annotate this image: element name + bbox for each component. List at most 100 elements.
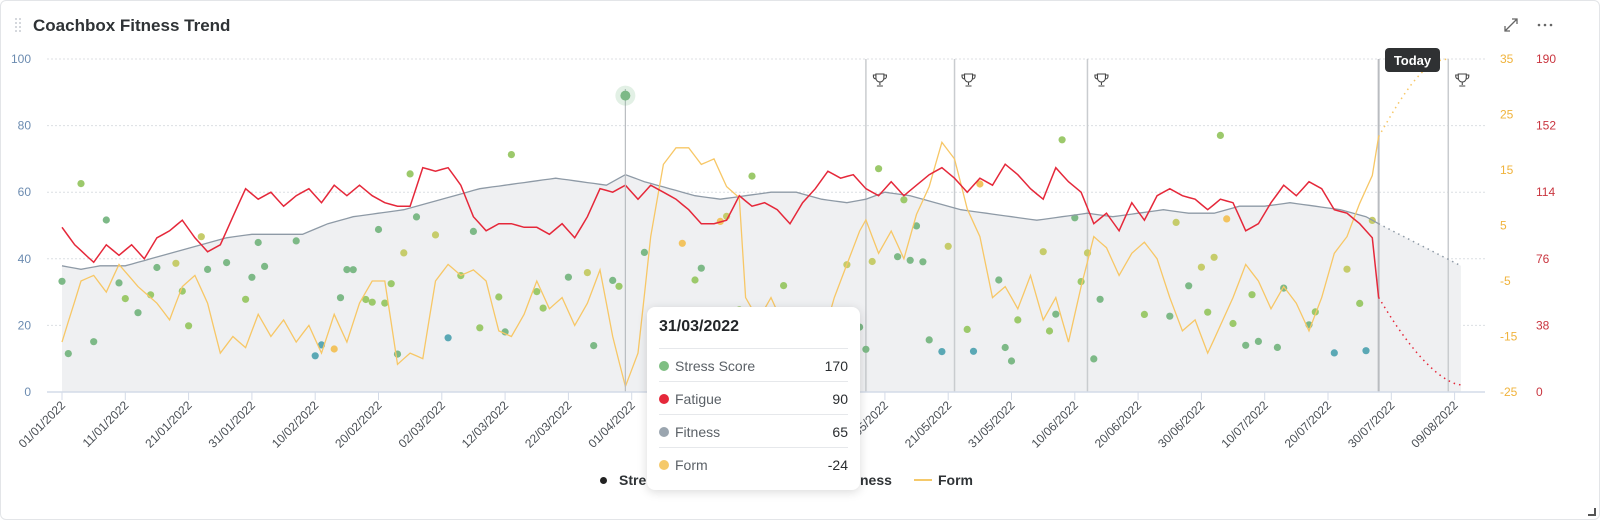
tooltip-row-fitness: Fitness 65 [659,414,848,448]
x-tick-label: 20/07/2022 [1282,398,1335,451]
stress-score-point [1216,131,1224,139]
legend-label: ness [860,472,892,488]
stress-score-point [469,227,477,235]
stress-score-point [261,262,269,270]
x-tick-label: 20/02/2022 [332,398,385,451]
stress-score-point [564,273,573,281]
stress-score-point [336,294,345,302]
legend-item-form[interactable]: Form [914,472,973,488]
fitness-dot-icon [659,426,669,437]
x-tick-label: 10/06/2022 [1029,398,1082,451]
stress-score-point [58,277,66,285]
x-tick-label: 21/05/2022 [902,398,955,451]
form-tick-label: 5 [1500,219,1507,233]
stress-score-point [919,258,927,266]
stress-score-point [539,304,547,312]
form-tick-label: 25 [1500,108,1514,122]
stress-score-point [242,295,250,303]
stress-score-point [1362,347,1370,355]
stress-dot-icon [659,360,669,371]
x-tick-label: 21/01/2022 [142,398,195,451]
stress-score-point [691,276,699,284]
legend-dot-icon [600,476,607,484]
stress-score-point [925,336,933,344]
stress-score-point [64,350,72,358]
form-dot-icon [659,459,669,470]
tooltip-value: 170 [824,357,848,374]
stress-score-point [368,298,376,306]
stress-score-point [780,282,788,290]
stress-score-point [583,269,592,277]
stress-score-point [412,213,421,221]
stress-score-point [1210,253,1218,261]
tooltip-row-fatigue: Fatigue 90 [659,381,848,415]
stress-score-point [1242,341,1250,349]
stress-score-point [609,276,617,284]
stress-score-point [1343,265,1351,273]
stress-score-point [406,170,414,178]
stress-score-point [374,225,383,234]
fatigue-tick-label: 152 [1536,119,1556,133]
stress-score-point [153,263,161,272]
x-tick-label: 10/02/2022 [269,398,322,451]
stress-score-point [77,180,85,188]
x-tick-label: 20/06/2022 [1092,398,1145,451]
stress-score-point [1254,337,1262,345]
x-tick-label: 30/06/2022 [1155,398,1208,451]
stress-score-point [311,352,319,360]
fatigue-tick-label: 0 [1536,385,1543,399]
x-tick-label: 02/03/2022 [396,398,449,451]
tooltip-value: -24 [827,456,848,473]
y-tick-label: 40 [18,252,32,266]
stress-score-point [1229,319,1237,328]
stress-score-point [868,257,876,266]
stress-score-point [875,165,883,173]
tooltip-row-form: Form -24 [659,447,848,481]
y-tick-label: 100 [11,52,31,66]
stress-score-point [248,273,256,281]
tooltip-label: Fitness [675,423,721,440]
x-tick-label: 11/01/2022 [80,398,132,450]
stress-score-point [1273,343,1281,351]
stress-score-point [134,309,142,317]
stress-score-point [748,172,756,180]
stress-score-point [507,151,515,159]
stress-score-point [204,265,212,273]
stress-score-point [1204,308,1212,316]
x-tick-label: 12/03/2022 [459,398,512,451]
x-tick-label: 30/07/2022 [1345,398,1398,451]
y-tick-label: 20 [18,318,32,332]
stress-score-point [862,345,870,353]
x-tick-label: 31/05/2022 [965,398,1018,451]
form-tick-label: 15 [1500,163,1514,177]
stress-score-point [1007,357,1016,365]
x-tick-label: 31/01/2022 [206,398,259,451]
tooltip-value: 90 [832,390,848,407]
stress-score-point [1058,136,1066,144]
legend-item-stress-score[interactable]: Stre [600,472,646,488]
stress-score-point [697,264,705,272]
stress-score-point [1172,218,1180,226]
legend-item-fitness[interactable]: ness [860,472,892,488]
stress-score-point [495,293,503,301]
fatigue-tick-label: 190 [1536,52,1556,66]
trophy-icon [1455,73,1470,87]
stress-score-point [431,231,440,239]
x-tick-label: 10/07/2022 [1218,398,1271,451]
stress-score-point [172,259,180,267]
y-tick-label: 80 [18,119,32,133]
x-tick-label: 22/03/2022 [522,398,575,451]
form-tick-label: -15 [1500,330,1518,344]
resize-handle[interactable] [1588,508,1596,516]
fatigue-tick-label: 76 [1536,252,1550,266]
stress-score-point [1185,282,1193,290]
highlight-point [620,90,631,101]
stress-score-point [1014,316,1022,324]
stress-score-point [995,276,1003,284]
stress-score-point [121,295,129,303]
stress-score-point [90,338,98,346]
legend-label: Form [938,472,973,488]
stress-score-point [590,342,598,350]
stress-score-point [1223,215,1231,223]
stress-score-point [1248,291,1256,299]
